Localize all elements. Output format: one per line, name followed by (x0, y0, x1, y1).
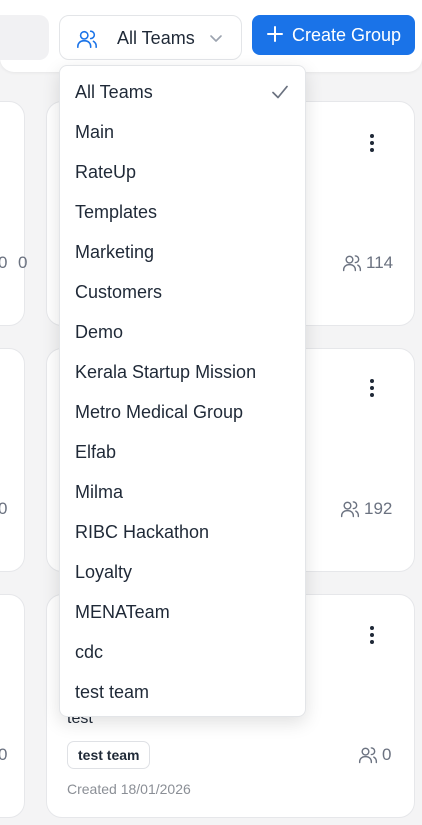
dropdown-item-marketing[interactable]: Marketing (60, 232, 305, 272)
team-filter-dropdown: All Teams Main RateUp Templates Marketin… (59, 65, 306, 717)
chevron-down-icon (210, 35, 222, 42)
member-count-value: 114 (366, 253, 394, 272)
more-vertical-icon[interactable] (360, 623, 384, 647)
group-card[interactable]: 0 (0, 101, 28, 326)
dropdown-item-test-team[interactable]: test team (60, 672, 305, 712)
dropdown-item-menateam[interactable]: MENATeam (60, 592, 305, 632)
more-vertical-icon[interactable] (360, 376, 384, 400)
dropdown-item-label: All Teams (75, 81, 153, 102)
users-icon (342, 255, 362, 272)
dropdown-item-ribc-hackathon[interactable]: RIBC Hackathon (60, 512, 305, 552)
team-filter-label: All Teams (117, 28, 195, 48)
dropdown-item-label: Marketing (75, 241, 155, 262)
users-icon (358, 747, 378, 764)
dropdown-item-label: Elfab (75, 441, 117, 462)
group-card[interactable] (0, 348, 25, 572)
dropdown-item-label: Metro Medical Group (75, 401, 244, 422)
dropdown-item-demo[interactable]: Demo (60, 312, 305, 352)
check-icon (272, 85, 288, 99)
create-group-button[interactable]: Create Group (252, 15, 415, 55)
dropdown-item-metro-medical-group[interactable]: Metro Medical Group (60, 392, 305, 432)
dropdown-item-label: RateUp (75, 161, 137, 182)
create-group-label: Create Group (292, 25, 402, 45)
dropdown-item-all-teams[interactable]: All Teams (60, 72, 305, 112)
member-count-value: 0 (382, 745, 392, 764)
dropdown-item-loyalty[interactable]: Loyalty (60, 552, 305, 592)
dropdown-item-cdc[interactable]: cdc (60, 632, 305, 672)
dropdown-item-templates[interactable]: Templates (60, 192, 305, 232)
dropdown-item-label: Main (75, 121, 115, 142)
dropdown-item-rateup[interactable]: RateUp (60, 152, 305, 192)
more-vertical-icon[interactable] (360, 131, 384, 155)
dropdown-item-customers[interactable]: Customers (60, 272, 305, 312)
dropdown-item-main[interactable]: Main (60, 112, 305, 152)
created-date: Created 18/01/2026 (67, 781, 191, 797)
member-count-fragment: 0 (0, 499, 8, 518)
dropdown-item-label: Customers (75, 281, 163, 302)
plus-icon (267, 26, 283, 42)
search-input[interactable] (0, 15, 49, 60)
dropdown-item-label: test team (75, 681, 150, 702)
dropdown-item-label: cdc (75, 641, 104, 662)
dropdown-item-label: Demo (75, 321, 124, 342)
dropdown-item-label: Templates (75, 201, 158, 222)
users-icon (340, 501, 360, 518)
dropdown-item-label: Milma (75, 481, 123, 502)
member-count-fragment: 0 (0, 253, 8, 272)
member-count-value: 192 (364, 499, 393, 518)
dropdown-item-label: RIBC Hackathon (75, 521, 210, 542)
team-filter-select[interactable]: All Teams (59, 15, 242, 60)
member-count-fragment: 0 (18, 253, 28, 272)
dropdown-item-label: MENATeam (75, 601, 170, 622)
dropdown-item-label: Loyalty (75, 561, 133, 582)
dropdown-item-kerala-startup-mission[interactable]: Kerala Startup Mission (60, 352, 305, 392)
team-badge: test team (67, 741, 151, 769)
member-count: 192 (340, 499, 392, 519)
dropdown-item-label: Kerala Startup Mission (75, 361, 257, 382)
member-count: 0 (358, 745, 391, 765)
member-count: 114 (342, 253, 393, 273)
toolbar: All Teams Create Group (0, 0, 422, 72)
member-count-fragment: 0 (0, 745, 8, 764)
dropdown-item-milma[interactable]: Milma (60, 472, 305, 512)
dropdown-item-elfab[interactable]: Elfab (60, 432, 305, 472)
users-icon (77, 30, 97, 49)
group-card[interactable] (0, 594, 25, 818)
